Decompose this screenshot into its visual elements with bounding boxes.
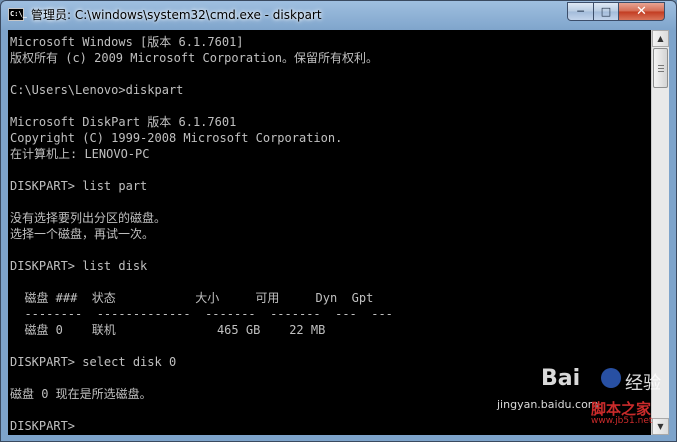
scroll-down-button[interactable]: ▼ [652, 418, 669, 435]
console-line: 选择一个磁盘，再试一次。 [10, 227, 155, 241]
console-line: DISKPART> [10, 419, 83, 433]
console-line: 磁盘 0 联机 465 GB 22 MB [10, 323, 326, 337]
scroll-thumb[interactable] [653, 48, 668, 88]
console-line: Microsoft Windows [版本 6.1.7601] [10, 35, 244, 49]
close-button[interactable]: ✕ [618, 2, 665, 21]
cmd-window: C:\_ 管理员: C:\windows\system32\cmd.exe - … [0, 0, 677, 442]
title-bar[interactable]: C:\_ 管理员: C:\windows\system32\cmd.exe - … [1, 1, 676, 29]
window-title: 管理员: C:\windows\system32\cmd.exe - diskp… [31, 8, 322, 22]
console-line: C:\Users\Lenovo>diskpart [10, 83, 184, 97]
console-line: 没有选择要列出分区的磁盘。 [10, 211, 167, 225]
console-line: Microsoft DiskPart 版本 6.1.7601 [10, 115, 237, 129]
console-line: 磁盘 ### 状态 大小 可用 Dyn Gpt [10, 291, 374, 305]
baidu-paw-icon [601, 368, 621, 388]
grip-line [658, 65, 664, 66]
console-line: -------- ------------- ------- ------- -… [10, 307, 393, 321]
console-line: 在计算机上: LENOVO-PC [10, 147, 150, 161]
console-line: Copyright (C) 1999-2008 Microsoft Corpor… [10, 131, 343, 145]
console-line: 磁盘 0 现在是所选磁盘。 [10, 387, 152, 401]
watermark-logo-url: www.jb51.net [591, 416, 653, 426]
console-line: DISKPART> list disk [10, 259, 148, 273]
grip-line [658, 68, 664, 69]
console-line: 版权所有 (c) 2009 Microsoft Corporation。保留所有… [10, 51, 378, 65]
minimize-button[interactable]: ─ [567, 2, 594, 21]
watermark-brand: Bai [541, 366, 581, 391]
scroll-up-button[interactable]: ▲ [652, 30, 669, 47]
maximize-button[interactable]: □ [593, 2, 619, 21]
console-line: DISKPART> select disk 0 [10, 355, 177, 369]
watermark-url: jingyan.baidu.com [497, 398, 599, 411]
watermark-brand-cn: 经验 [625, 373, 661, 394]
grip-line [658, 71, 664, 72]
console-line: DISKPART> list part [10, 179, 148, 193]
cmd-app-icon[interactable]: C:\_ [8, 8, 27, 21]
